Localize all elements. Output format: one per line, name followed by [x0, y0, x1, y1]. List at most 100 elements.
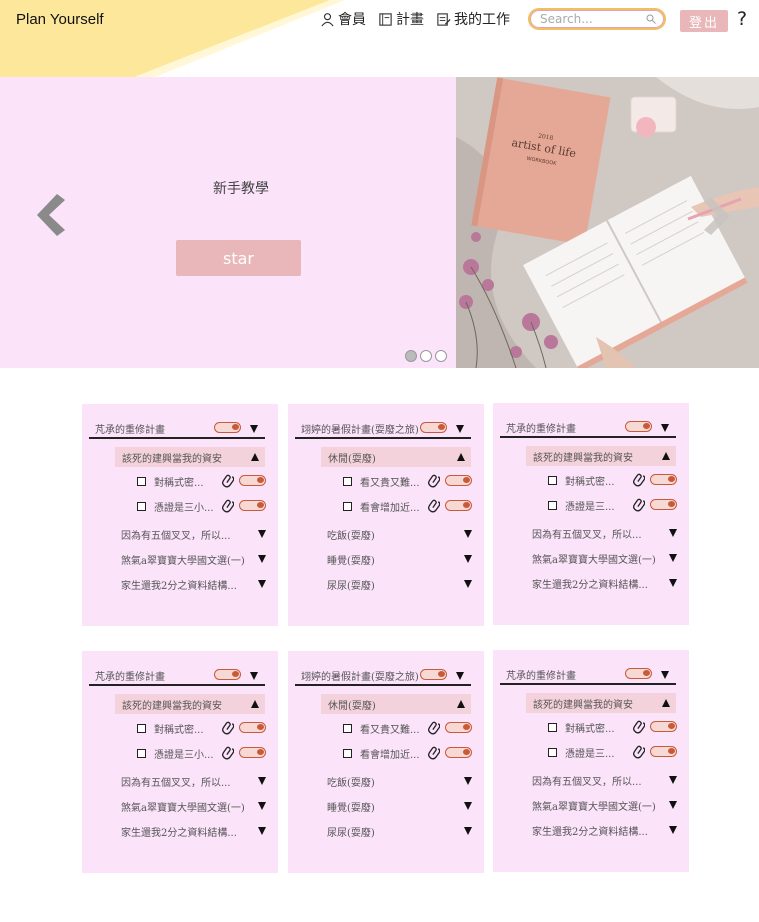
plan-item[interactable]: 煞氣a翠寶寶大學國文選(一): [532, 798, 677, 813]
plan-item[interactable]: 因為有五個叉叉，所以...: [532, 526, 677, 541]
task-toggle[interactable]: [445, 722, 472, 733]
expand-arrow-icon[interactable]: [464, 802, 472, 810]
logout-button[interactable]: 登出: [680, 10, 728, 32]
task-toggle[interactable]: [239, 747, 266, 758]
expand-arrow-icon[interactable]: [258, 777, 266, 785]
plan-toggle[interactable]: [625, 668, 652, 679]
plan-item[interactable]: 因為有五個叉叉，所以...: [121, 527, 266, 542]
plan-section-header[interactable]: 休閒(耍廢): [321, 447, 471, 467]
plan-item[interactable]: 因為有五個叉叉，所以...: [532, 773, 677, 788]
collapse-arrow-icon[interactable]: [456, 425, 464, 433]
task-checkbox[interactable]: [548, 475, 557, 485]
expand-arrow-icon[interactable]: [258, 827, 266, 835]
plan-card-title[interactable]: 芃承的重修計畫: [506, 667, 576, 682]
plan-card-title[interactable]: 翊婷的暑假計畫(耍廢之旅): [301, 668, 419, 683]
plan-toggle[interactable]: [214, 422, 241, 433]
task-checkbox[interactable]: [343, 723, 352, 733]
paperclip-icon[interactable]: [426, 498, 441, 513]
plan-item[interactable]: 家生還我2分之資料結構...: [532, 576, 677, 591]
plan-item[interactable]: 尿尿(耍廢): [327, 824, 472, 839]
plan-item[interactable]: 家生還我2分之資料結構...: [121, 824, 266, 839]
expand-arrow-icon[interactable]: [669, 776, 677, 784]
plan-card-title[interactable]: 翊婷的暑假計畫(耍廢之旅): [301, 421, 419, 436]
carousel-dot-1[interactable]: [405, 350, 417, 362]
nav-plans[interactable]: 計畫: [378, 9, 424, 29]
collapse-arrow-icon[interactable]: [456, 672, 464, 680]
paperclip-icon[interactable]: [220, 473, 235, 488]
expand-arrow-icon[interactable]: [662, 452, 670, 460]
paperclip-icon[interactable]: [631, 497, 646, 512]
task-checkbox[interactable]: [137, 476, 146, 486]
task-toggle[interactable]: [650, 474, 677, 485]
collapse-arrow-icon[interactable]: [250, 672, 258, 680]
collapse-arrow-icon[interactable]: [661, 671, 669, 679]
start-button[interactable]: star: [176, 240, 301, 276]
task-checkbox[interactable]: [548, 747, 557, 757]
expand-arrow-icon[interactable]: [258, 530, 266, 538]
task-toggle[interactable]: [650, 499, 677, 510]
expand-arrow-icon[interactable]: [251, 700, 259, 708]
expand-arrow-icon[interactable]: [662, 699, 670, 707]
expand-arrow-icon[interactable]: [251, 453, 259, 461]
expand-arrow-icon[interactable]: [258, 580, 266, 588]
expand-arrow-icon[interactable]: [669, 801, 677, 809]
expand-arrow-icon[interactable]: [464, 827, 472, 835]
task-checkbox[interactable]: [343, 748, 352, 758]
plan-item[interactable]: 家生還我2分之資料結構...: [532, 823, 677, 838]
plan-item[interactable]: 因為有五個叉叉，所以...: [121, 774, 266, 789]
plan-item[interactable]: 睡覺(耍廢): [327, 552, 472, 567]
plan-toggle[interactable]: [420, 669, 447, 680]
task-checkbox[interactable]: [137, 723, 146, 733]
plan-card-title[interactable]: 芃承的重修計畫: [95, 421, 165, 436]
expand-arrow-icon[interactable]: [464, 530, 472, 538]
carousel-next-arrow-icon[interactable]: [703, 195, 731, 237]
expand-arrow-icon[interactable]: [457, 453, 465, 461]
expand-arrow-icon[interactable]: [669, 826, 677, 834]
expand-arrow-icon[interactable]: [669, 554, 677, 562]
paperclip-icon[interactable]: [220, 745, 235, 760]
expand-arrow-icon[interactable]: [457, 700, 465, 708]
task-toggle[interactable]: [445, 500, 472, 511]
paperclip-icon[interactable]: [631, 744, 646, 759]
collapse-arrow-icon[interactable]: [250, 425, 258, 433]
expand-arrow-icon[interactable]: [464, 555, 472, 563]
plan-item[interactable]: 吃飯(耍廢): [327, 527, 472, 542]
plan-section-header[interactable]: 該死的建興當我的資安: [115, 447, 265, 467]
task-toggle[interactable]: [239, 500, 266, 511]
brand-logo[interactable]: Plan Yourself: [16, 11, 104, 28]
task-checkbox[interactable]: [343, 476, 352, 486]
search-box[interactable]: [528, 8, 666, 30]
plan-item[interactable]: 吃飯(耍廢): [327, 774, 472, 789]
carousel-dot-2[interactable]: [420, 350, 432, 362]
plan-card-title[interactable]: 芃承的重修計畫: [506, 420, 576, 435]
task-checkbox[interactable]: [548, 500, 557, 510]
task-toggle[interactable]: [445, 747, 472, 758]
expand-arrow-icon[interactable]: [464, 580, 472, 588]
expand-arrow-icon[interactable]: [464, 777, 472, 785]
task-toggle[interactable]: [650, 746, 677, 757]
plan-item[interactable]: 煞氣a翠寶寶大學國文選(一): [121, 799, 266, 814]
paperclip-icon[interactable]: [426, 745, 441, 760]
plan-item[interactable]: 睡覺(耍廢): [327, 799, 472, 814]
paperclip-icon[interactable]: [220, 720, 235, 735]
plan-section-header[interactable]: 休閒(耍廢): [321, 694, 471, 714]
nav-member[interactable]: 會員: [320, 9, 366, 29]
paperclip-icon[interactable]: [426, 473, 441, 488]
task-checkbox[interactable]: [137, 501, 146, 511]
paperclip-icon[interactable]: [426, 720, 441, 735]
expand-arrow-icon[interactable]: [258, 555, 266, 563]
expand-arrow-icon[interactable]: [258, 802, 266, 810]
nav-my-tasks[interactable]: 我的工作: [436, 9, 510, 29]
help-button[interactable]: ?: [737, 8, 747, 30]
task-checkbox[interactable]: [137, 748, 146, 758]
expand-arrow-icon[interactable]: [669, 529, 677, 537]
plan-item[interactable]: 煞氣a翠寶寶大學國文選(一): [532, 551, 677, 566]
paperclip-icon[interactable]: [631, 719, 646, 734]
plan-item[interactable]: 煞氣a翠寶寶大學國文選(一): [121, 552, 266, 567]
task-toggle[interactable]: [239, 475, 266, 486]
task-toggle[interactable]: [650, 721, 677, 732]
task-checkbox[interactable]: [548, 722, 557, 732]
plan-section-header[interactable]: 該死的建興當我的資安: [115, 694, 265, 714]
plan-toggle[interactable]: [420, 422, 447, 433]
search-input[interactable]: [538, 11, 642, 27]
